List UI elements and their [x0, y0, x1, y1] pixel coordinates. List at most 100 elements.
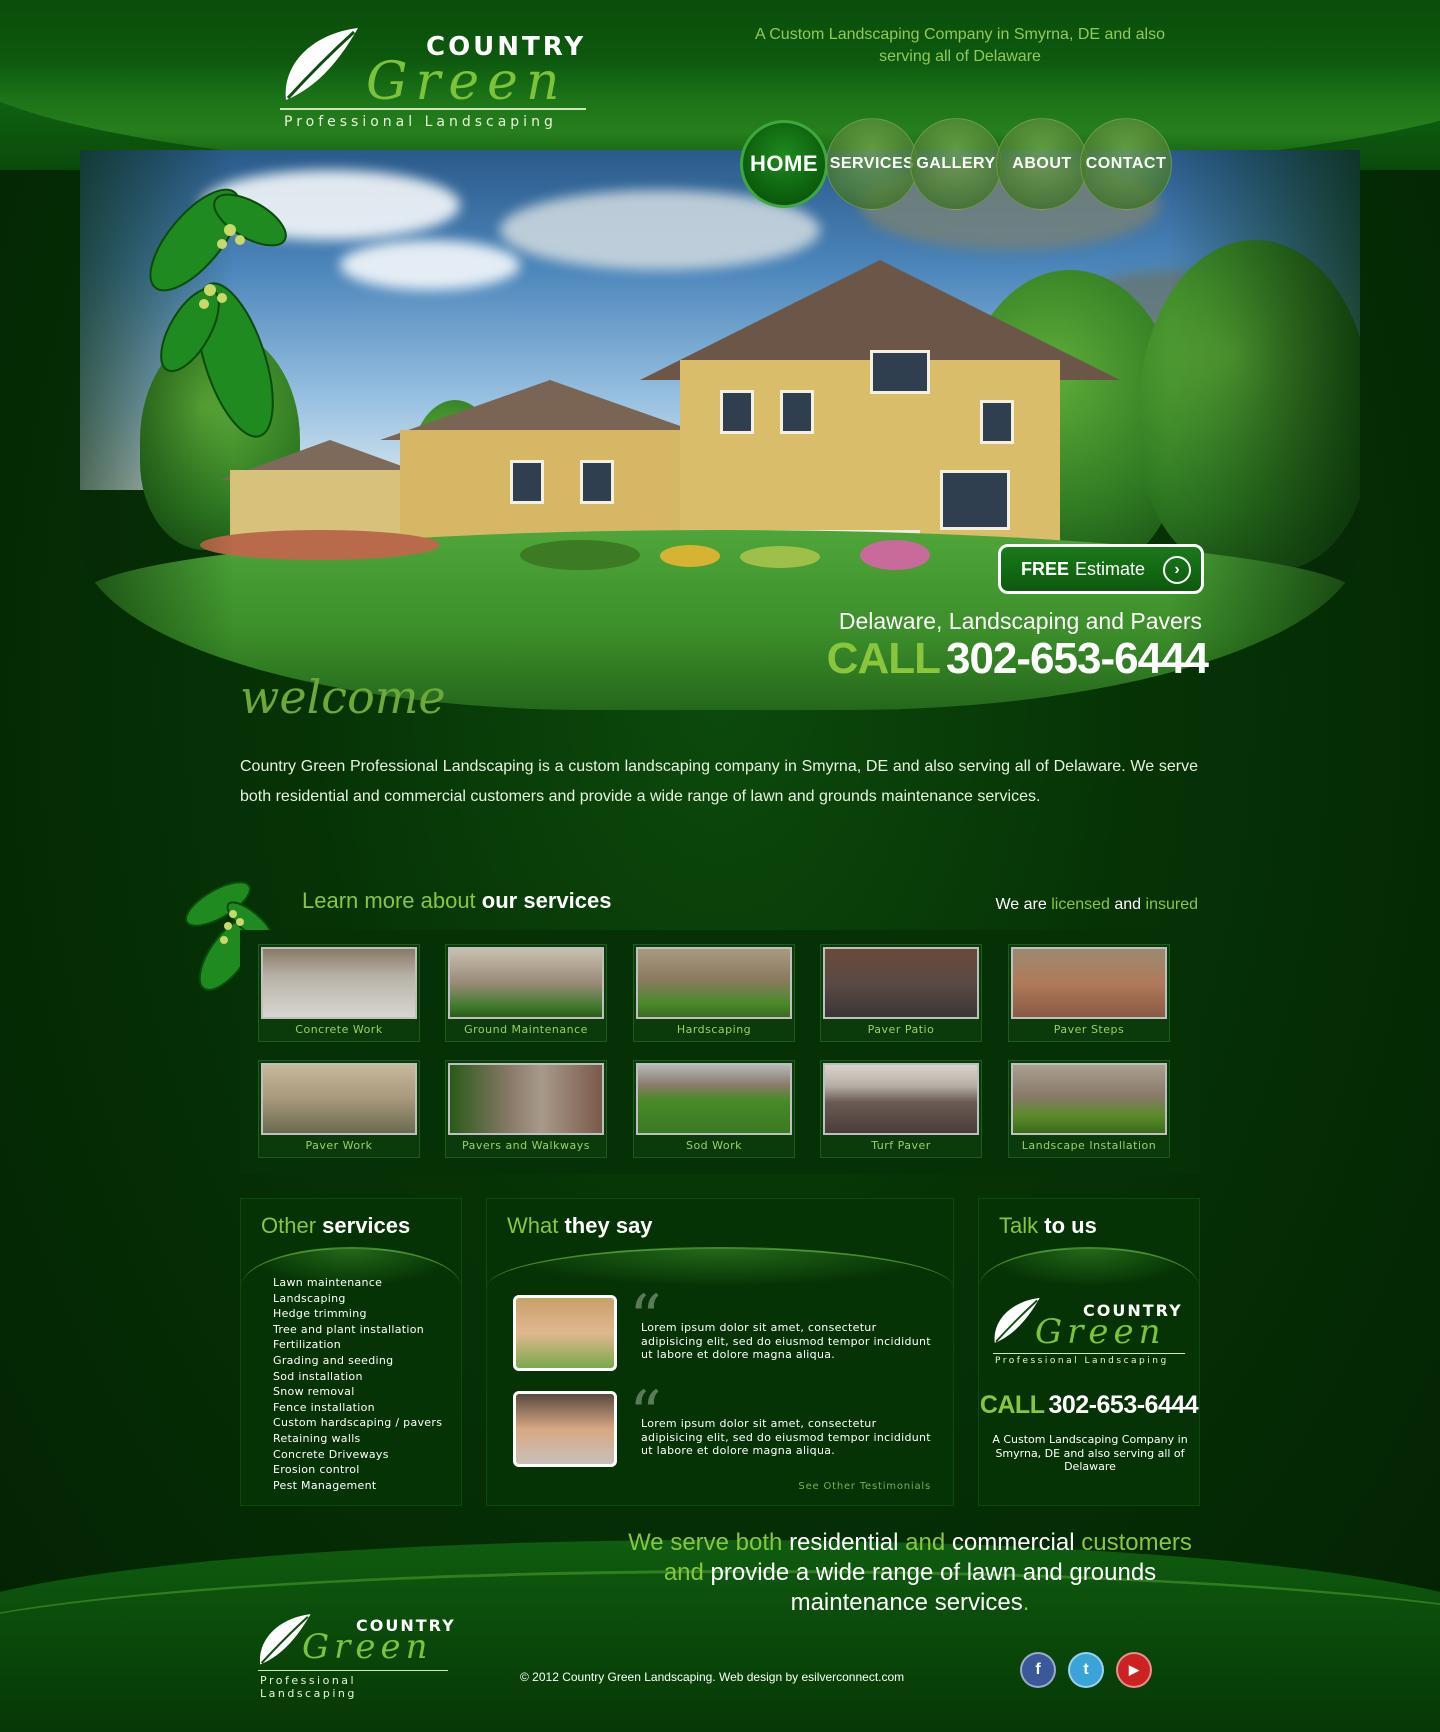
logo-green: Green — [302, 1627, 433, 1667]
serve-part: We serve both — [628, 1529, 783, 1556]
list-item[interactable]: Landscaping — [273, 1291, 442, 1307]
service-caption: Paver Steps — [1053, 1023, 1125, 1036]
service-caption: Sod Work — [685, 1139, 743, 1152]
services-title-light: Learn more about — [302, 888, 476, 913]
list-item[interactable]: Snow removal — [273, 1384, 442, 1400]
talk-title: Talk to us — [999, 1213, 1097, 1239]
service-tile-turf-paver[interactable]: Turf Paver — [820, 1060, 982, 1158]
leaf-logo-icon — [285, 28, 358, 100]
facebook-icon[interactable]: f — [1020, 1652, 1056, 1688]
youtube-icon[interactable]: ▶ — [1116, 1652, 1152, 1688]
service-caption: Pavers and Walkways — [462, 1139, 590, 1152]
list-item[interactable]: Lawn maintenance — [273, 1275, 442, 1291]
list-item[interactable]: Erosion control — [273, 1462, 442, 1478]
list-item[interactable]: Grading and seeding — [273, 1353, 442, 1369]
service-thumbnail — [1011, 947, 1167, 1019]
service-thumbnail — [448, 1063, 604, 1135]
service-tile-paver-steps[interactable]: Paver Steps — [1008, 944, 1170, 1042]
box-swoosh — [487, 1247, 953, 1287]
talk-phone[interactable]: CALL 302-653-6444 — [979, 1391, 1199, 1420]
list-item[interactable]: Custom hardscaping / pavers — [273, 1415, 442, 1431]
free-label: FREE — [1021, 558, 1070, 579]
service-caption: Paver Patio — [867, 1023, 935, 1036]
logo[interactable]: COUNTRY Green Professional Landscaping — [276, 22, 596, 132]
service-thumbnail — [261, 1063, 417, 1135]
service-thumbnail — [261, 947, 417, 1019]
service-tile-sod[interactable]: Sod Work — [633, 1060, 795, 1158]
title-light: Talk — [999, 1213, 1039, 1238]
leaf-logo-icon — [994, 1297, 1040, 1343]
service-caption: Concrete Work — [295, 1023, 383, 1036]
title-bold: they say — [564, 1213, 653, 1238]
other-services-list: Lawn maintenance Landscaping Hedge trimm… — [273, 1275, 442, 1493]
leaves-decoration — [149, 188, 287, 438]
serve-part: provide a wide range of lawn and grounds… — [710, 1559, 1157, 1616]
service-thumbnail — [636, 947, 792, 1019]
service-caption: Hardscaping — [676, 1023, 752, 1036]
title-bold: services — [322, 1213, 411, 1238]
service-tile-paver-patio[interactable]: Paver Patio — [820, 944, 982, 1042]
twitter-icon[interactable]: t — [1068, 1652, 1104, 1688]
nav-gallery[interactable]: GALLERY — [910, 118, 1002, 210]
list-item[interactable]: Retaining walls — [273, 1431, 442, 1447]
testimonials-title: What they say — [507, 1213, 653, 1239]
service-tile-landscape-installation[interactable]: Landscape Installation — [1008, 1060, 1170, 1158]
list-item[interactable]: Pest Management — [273, 1478, 442, 1494]
list-item[interactable]: Sod installation — [273, 1369, 442, 1385]
logo-green: Green — [366, 52, 568, 112]
logo-green: Green — [1035, 1312, 1166, 1352]
welcome-title: welcome — [240, 670, 446, 724]
logo-subtitle: Professional Landscaping — [995, 1356, 1169, 1366]
service-thumbnail — [448, 947, 604, 1019]
service-caption: Paver Work — [305, 1139, 373, 1152]
serve-part: and — [905, 1529, 946, 1556]
service-thumbnail — [823, 1063, 979, 1135]
list-item[interactable]: Concrete Driveways — [273, 1447, 442, 1463]
logo-divider — [993, 1353, 1185, 1354]
service-tile-concrete[interactable]: Concrete Work — [258, 944, 420, 1042]
title-light: Other — [261, 1213, 317, 1238]
page: COUNTRY Green Professional Landscaping A… — [0, 0, 1440, 1732]
estimate-label: Estimate — [1075, 558, 1146, 579]
list-item[interactable]: Hedge trimming — [273, 1306, 442, 1322]
services-grid: Concrete Work Ground Maintenance Hardsca… — [240, 930, 1200, 1174]
list-item[interactable]: Tree and plant installation — [273, 1322, 442, 1338]
see-other-testimonials-link[interactable]: See Other Testimonials — [798, 1481, 931, 1492]
licensed-word: licensed — [1051, 896, 1110, 913]
testimonial-item: “ Lorem ipsum dolor sit amet, consectetu… — [513, 1287, 931, 1371]
list-item[interactable]: Fertilization — [273, 1337, 442, 1353]
logo-subtitle: Professional Landscaping — [284, 114, 557, 130]
service-caption: Turf Paver — [871, 1139, 931, 1152]
avatar — [513, 1391, 617, 1467]
service-caption: Ground Maintenance — [464, 1023, 588, 1036]
service-tile-walkways[interactable]: Pavers and Walkways — [445, 1060, 607, 1158]
service-thumbnail — [823, 947, 979, 1019]
nav-home[interactable]: HOME — [740, 120, 828, 208]
testimonial-text: Lorem ipsum dolor sit amet, consectetur … — [641, 1417, 931, 1457]
logo-subtitle: Professional Landscaping — [260, 1674, 357, 1700]
testimonial-text: Lorem ipsum dolor sit amet, consectetur … — [641, 1321, 931, 1361]
hero-phone[interactable]: CALL 302-653-6444 — [760, 634, 1209, 684]
service-tile-ground[interactable]: Ground Maintenance — [445, 944, 607, 1042]
call-label: CALL — [826, 634, 941, 683]
title-light: What — [507, 1213, 559, 1238]
service-tile-paver-work[interactable]: Paver Work — [258, 1060, 420, 1158]
other-services-box: Other services Lawn maintenance Landscap… — [240, 1198, 462, 1506]
avatar — [513, 1295, 617, 1371]
nav-contact[interactable]: CONTACT — [1080, 118, 1172, 210]
nav-services[interactable]: SERVICES — [826, 118, 918, 210]
services-title-bold: our services — [481, 888, 612, 913]
free-estimate-button[interactable]: FREE Estimate › — [998, 544, 1204, 594]
service-tile-hardscaping[interactable]: Hardscaping — [633, 944, 795, 1042]
nav-about[interactable]: ABOUT — [996, 118, 1088, 210]
logo-divider — [258, 1670, 448, 1671]
licensed-prefix: We are — [995, 896, 1047, 913]
other-services-title: Other services — [261, 1213, 410, 1239]
insured-word: insured — [1145, 896, 1198, 913]
footer-serve-text: We serve both residential and commercial… — [620, 1528, 1200, 1618]
licensed-insured: We are licensed and insured — [930, 896, 1198, 914]
list-item[interactable]: Fence installation — [273, 1400, 442, 1416]
copyright: © 2012 Country Green Landscaping. Web de… — [520, 1670, 905, 1684]
licensed-and: and — [1114, 896, 1142, 913]
footer-logo[interactable]: COUNTRY Green Professional Landscaping — [256, 1608, 456, 1700]
